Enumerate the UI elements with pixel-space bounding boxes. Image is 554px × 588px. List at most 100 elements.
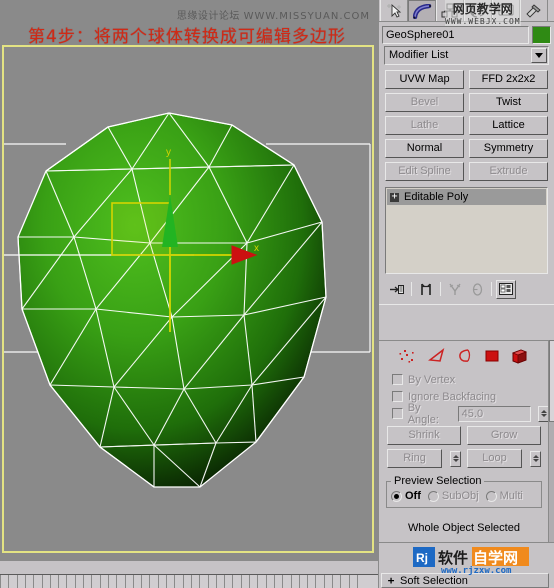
scrollbar-thumb[interactable]	[549, 340, 554, 422]
edge-icon[interactable]	[428, 347, 446, 369]
modifier-button-normal[interactable]: Normal	[385, 139, 464, 158]
modifier-button-edit-spline: Edit Spline	[385, 162, 464, 181]
ruler-tick	[332, 575, 333, 588]
toolbar-separator	[491, 282, 492, 296]
radio-subobj: SubObj	[427, 490, 479, 502]
checkbox-ignore-backfacing: Ignore Backfacing	[379, 388, 549, 405]
modifier-list-dropdown[interactable]: Modifier List	[384, 46, 549, 65]
pin-stack-icon[interactable]	[387, 280, 407, 299]
track-bar-row[interactable]	[0, 561, 378, 575]
ruler-tick	[41, 575, 43, 588]
element-icon[interactable]	[511, 348, 529, 369]
ruler-tick	[356, 575, 358, 588]
ruler-tick	[132, 575, 134, 588]
checkbox-by-angle: By Angle: 45.0	[379, 402, 550, 426]
remove-modifier-icon	[467, 280, 487, 299]
checkbox-box	[392, 391, 403, 402]
selection-status: Whole Object Selected	[408, 522, 520, 534]
modifier-button-twist[interactable]: Twist	[469, 93, 548, 112]
perspective-viewport[interactable]: y x	[2, 45, 374, 553]
ruler-tick	[149, 575, 151, 588]
polygon-icon[interactable]	[484, 348, 500, 369]
axis-label-x: x	[254, 243, 259, 254]
border-icon[interactable]	[457, 348, 473, 369]
ruler-tick	[340, 575, 342, 588]
tab-create[interactable]	[380, 0, 408, 21]
ring-loop-row: Ring Loop	[387, 449, 541, 468]
viewport-area: 思缘设计论坛 WWW.MISSYUAN.COM 第4步：将两个球体转换成可编辑多…	[0, 0, 378, 588]
radio-dot	[427, 490, 439, 502]
show-end-result-icon[interactable]	[416, 280, 436, 299]
object-color-swatch[interactable]	[532, 25, 551, 44]
checkbox-box	[392, 374, 403, 385]
hierarchy-icon	[441, 3, 458, 18]
ruler-tick	[107, 575, 109, 588]
loop-spinner	[530, 450, 541, 467]
rollout-toggle-icon[interactable]: +	[382, 574, 400, 587]
ruler-tick	[182, 575, 184, 588]
checkbox-label: By Vertex	[408, 373, 456, 386]
ruler-tick	[0, 575, 1, 588]
tab-hierarchy[interactable]	[436, 0, 464, 21]
tab-display[interactable]	[492, 0, 520, 21]
modifier-stack[interactable]: Editable Poly	[385, 187, 548, 274]
configure-modifier-sets-icon[interactable]	[496, 279, 516, 299]
tab-utilities[interactable]	[520, 0, 548, 21]
modifier-button-symmetry[interactable]: Symmetry	[469, 139, 548, 158]
stack-item-label: Editable Poly	[404, 191, 469, 203]
radio-dot	[485, 490, 497, 502]
ruler-tick	[99, 575, 101, 588]
3dsmax-window: 思缘设计论坛 WWW.MISSYUAN.COM 第4步：将两个球体转换成可编辑多…	[0, 0, 554, 588]
time-ruler[interactable]	[0, 575, 378, 588]
ruler-tick	[315, 575, 317, 588]
modifier-button-ffd-2x2x2[interactable]: FFD 2x2x2	[469, 70, 548, 89]
checkbox-box	[392, 408, 403, 419]
sub-object-level-row	[379, 345, 549, 371]
preview-selection-group: Preview Selection Off SubObj Multi	[386, 475, 542, 508]
ruler-tick	[240, 575, 242, 588]
toolbar-separator	[440, 282, 441, 296]
ruler-tick	[190, 575, 192, 588]
object-name-row: GeoSphere01	[382, 25, 551, 44]
vertex-icon[interactable]	[399, 348, 417, 369]
create-star-icon	[386, 4, 401, 18]
tab-motion[interactable]	[464, 0, 492, 21]
ruler-tick	[116, 575, 118, 588]
stack-item-editable-poly[interactable]: Editable Poly	[387, 189, 546, 205]
chevron-down-icon[interactable]	[531, 48, 547, 63]
ruler-tick	[290, 575, 292, 588]
radio-off[interactable]: Off	[391, 490, 421, 502]
utilities-hammer-icon	[526, 4, 541, 18]
modifier-list-label: Modifier List	[389, 49, 449, 61]
track-bar[interactable]	[0, 560, 378, 588]
ruler-tick	[157, 575, 159, 588]
ruler-tick	[215, 575, 217, 588]
watermark-missyuan-cn: 思缘设计论坛	[176, 11, 240, 22]
watermark-rjzxw-cn-1: 软件	[438, 549, 468, 567]
ruler-tick	[124, 575, 126, 588]
radio-multi: Multi	[485, 490, 523, 502]
command-panel-scrollbar[interactable]	[548, 340, 554, 542]
ruler-tick	[282, 575, 284, 588]
object-name-field[interactable]: GeoSphere01	[382, 25, 529, 44]
panel-divider	[379, 304, 554, 305]
tab-modify[interactable]	[408, 0, 436, 21]
modifier-button-lattice[interactable]: Lattice	[469, 116, 548, 135]
ruler-tick	[257, 575, 259, 588]
radio-label: Multi	[499, 490, 523, 502]
expand-plus-icon[interactable]	[390, 192, 399, 202]
axis-label-y: y	[166, 147, 171, 158]
modifier-button-uvw-map[interactable]: UVW Map	[385, 70, 464, 89]
modifier-button-bevel: Bevel	[385, 93, 464, 112]
shrink-grow-row: Shrink Grow	[387, 426, 541, 445]
modifier-button-set: UVW Map FFD 2x2x2 Bevel Twist Lathe Latt…	[385, 70, 548, 181]
ruler-tick	[224, 575, 226, 588]
preview-selection-options: Off SubObj Multi	[391, 490, 537, 502]
rollout-label: Soft Selection	[400, 574, 468, 587]
rollout-soft-selection[interactable]: + Soft Selection	[381, 573, 549, 588]
loop-button: Loop	[467, 449, 522, 468]
grow-button: Grow	[467, 426, 541, 445]
checkbox-by-vertex: By Vertex	[379, 371, 549, 388]
selection-rollout: By Vertex Ignore Backfacing By Angle: 45…	[379, 340, 550, 542]
viewport-canvas[interactable]: y x	[4, 47, 372, 551]
